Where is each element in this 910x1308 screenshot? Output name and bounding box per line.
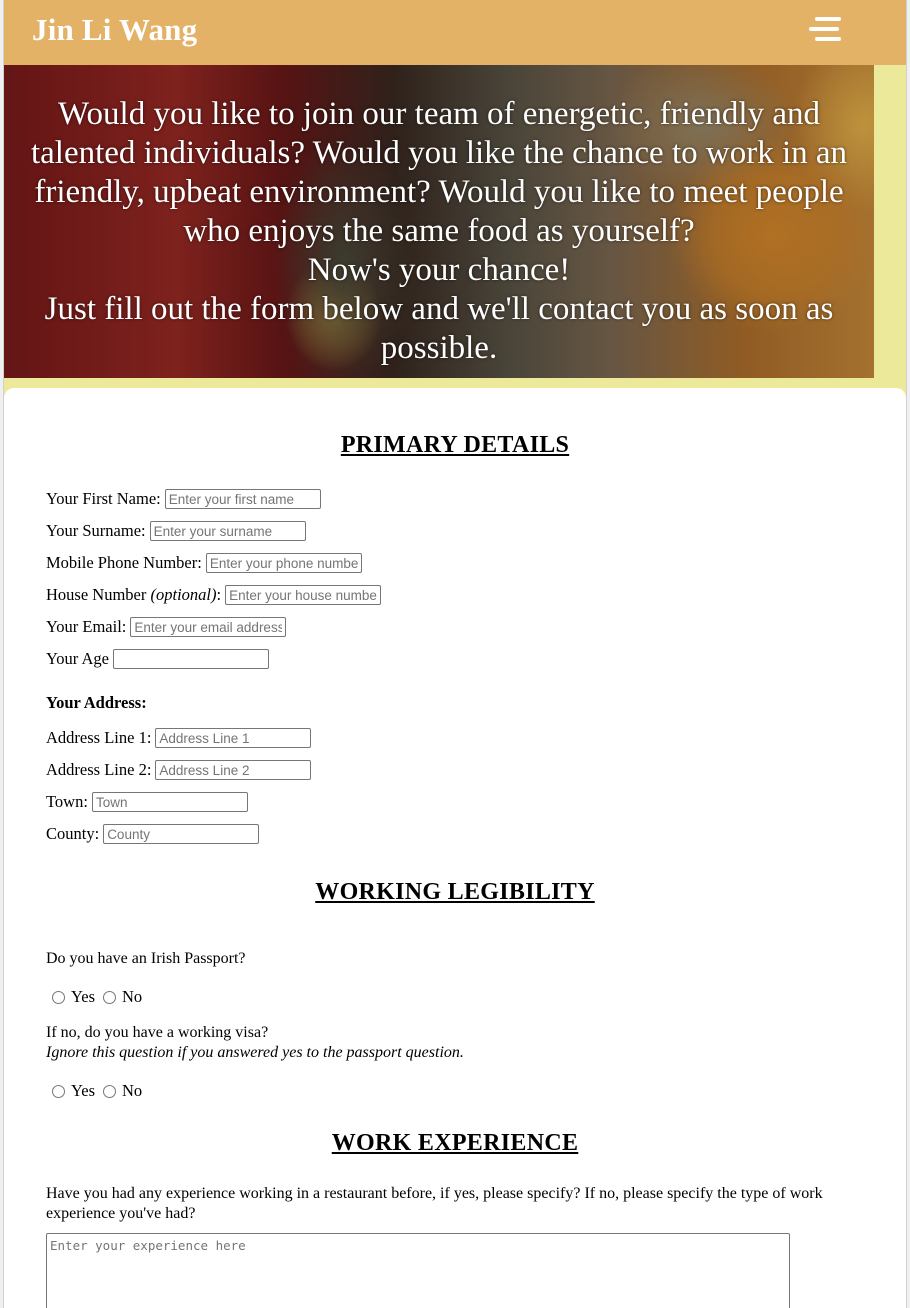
first-name-row: Your First Name:	[46, 489, 321, 509]
visa-options: Yes No	[52, 1081, 150, 1101]
phone-input[interactable]	[205, 553, 362, 573]
house-number-colon: :	[216, 585, 222, 604]
passport-question: Do you have an Irish Passport?	[46, 950, 246, 967]
optional-note: (optional)	[150, 585, 217, 604]
phone-label: Mobile Phone Number:	[46, 553, 202, 572]
hero-line: Now's your chance!	[307, 252, 571, 288]
visa-no-label: No	[122, 1081, 143, 1100]
email-row: Your Email:	[46, 617, 287, 637]
section-title-primary: PRIMARY DETAILS	[340, 432, 570, 458]
town-input[interactable]	[91, 792, 248, 812]
address-line2-row: Address Line 2:	[46, 760, 312, 780]
age-row: Your Age	[46, 649, 269, 669]
hero-banner: Would you like to join our team of energ…	[4, 65, 874, 378]
town-label: Town:	[46, 792, 88, 811]
passport-no-label: No	[122, 987, 143, 1006]
visa-question: If no, do you have a working visa?	[46, 1024, 269, 1041]
hero-line: who enjoys the same food as yourself?	[183, 213, 695, 249]
address-line1-input[interactable]	[155, 728, 312, 748]
town-row: Town:	[46, 792, 248, 812]
house-number-row: House Number (optional):	[46, 585, 382, 605]
visa-yes-radio[interactable]	[52, 1084, 65, 1098]
surname-row: Your Surname:	[46, 521, 306, 541]
surname-input[interactable]	[149, 521, 306, 541]
visa-note: Ignore this question if you answered yes…	[46, 1044, 464, 1061]
age-label: Your Age	[46, 649, 109, 668]
passport-yes-radio[interactable]	[52, 990, 65, 1004]
email-input[interactable]	[130, 617, 287, 637]
hamburger-menu-icon[interactable]	[809, 17, 843, 45]
section-title-experience: WORK EXPERIENCE	[331, 1130, 579, 1156]
experience-placeholder: Enter your experience here	[50, 1238, 246, 1253]
hero-line: Would you like to join our team of energ…	[58, 96, 820, 132]
page: Jin Li Wang Would you like to join our t…	[3, 0, 907, 1308]
hero-line: talented individuals? Would you like the…	[30, 135, 848, 171]
section-title-legibility: WORKING LEGIBILITY	[315, 879, 595, 905]
application-form: PRIMARY DETAILS Your First Name: Your Su…	[4, 388, 906, 1308]
experience-question: Have you had any experience working in a…	[46, 1185, 823, 1222]
house-number-label: House Number	[46, 585, 147, 604]
address-line1-label: Address Line 1:	[46, 728, 152, 747]
passport-no-radio[interactable]	[103, 990, 117, 1004]
hero-line: friendly, upbeat environment? Would you …	[34, 174, 844, 210]
county-row: County:	[46, 824, 260, 844]
visa-no-radio[interactable]	[103, 1084, 117, 1098]
hero-text: Would you like to join our team of energ…	[4, 95, 874, 368]
visa-yes-label: Yes	[71, 1081, 96, 1100]
visa-note-wrap: Ignore this question if you answered yes…	[46, 1043, 464, 1063]
county-label: County:	[46, 824, 100, 843]
email-label: Your Email:	[46, 617, 127, 636]
address-line2-input[interactable]	[155, 760, 312, 780]
first-name-label: Your First Name:	[46, 489, 161, 508]
address-heading: Your Address:	[46, 693, 147, 712]
experience-textarea[interactable]: Enter your experience here	[46, 1233, 790, 1308]
house-number-input[interactable]	[225, 585, 382, 605]
brand-title[interactable]: Jin Li Wang	[32, 12, 197, 48]
phone-row: Mobile Phone Number:	[46, 553, 362, 573]
first-name-input[interactable]	[164, 489, 321, 509]
hero-line: possible.	[380, 330, 498, 366]
county-input[interactable]	[103, 824, 260, 844]
address-line1-row: Address Line 1:	[46, 728, 312, 748]
navbar: Jin Li Wang	[4, 0, 906, 65]
hero-line: Just fill out the form below and we'll c…	[44, 291, 834, 327]
passport-yes-label: Yes	[71, 987, 96, 1006]
address-line2-label: Address Line 2:	[46, 760, 152, 779]
age-input[interactable]	[112, 649, 269, 669]
passport-options: Yes No	[52, 987, 150, 1007]
surname-label: Your Surname:	[46, 521, 146, 540]
